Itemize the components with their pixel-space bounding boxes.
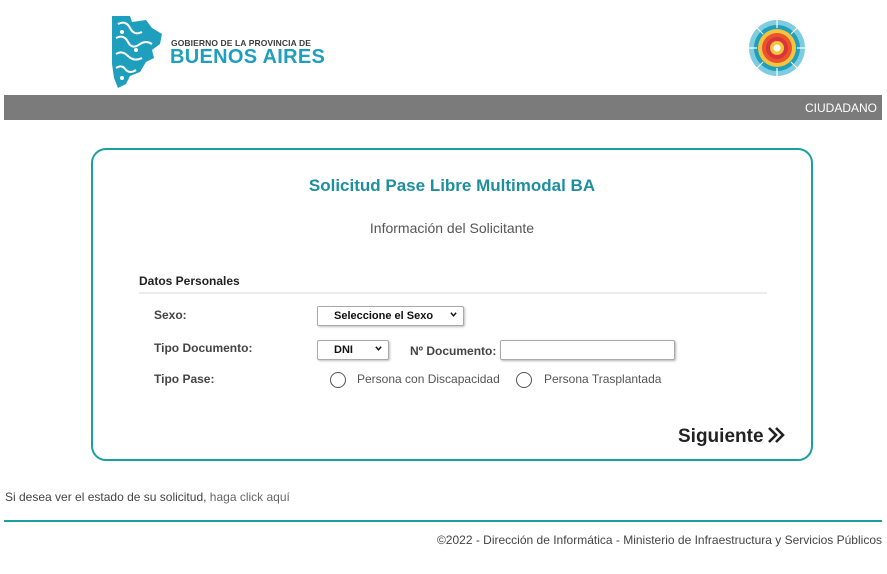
section-title: Datos Personales (139, 274, 240, 288)
request-form-card: Solicitud Pase Libre Multimodal BA Infor… (91, 148, 813, 461)
section-divider (139, 292, 767, 294)
nro-documento-input[interactable] (500, 340, 675, 360)
province-emblem-icon (748, 19, 806, 77)
top-bar: CIUDADANO (4, 95, 882, 120)
user-role-label: CIUDADANO (804, 101, 877, 115)
sexo-label: Sexo: (154, 308, 187, 322)
page-title: Solicitud Pase Libre Multimodal BA (308, 176, 596, 195)
next-button-label: Siguiente (678, 426, 764, 447)
tipo-documento-select[interactable]: DNI (317, 340, 389, 360)
status-check-line: Si desea ver el estado de su solicitud, … (5, 490, 290, 504)
radio-trasplantada-label: Persona Trasplantada (544, 372, 662, 386)
chevron-down-icon (375, 346, 382, 351)
footer-text: ©2022 - Dirección de Informática - Minis… (436, 533, 882, 547)
status-check-link[interactable]: haga click aquí (210, 490, 290, 504)
gba-logo: GOBIERNO DE LA PROVINCIA DE BUENOS AIRES (108, 14, 325, 90)
radio-discapacidad-label: Persona con Discapacidad (357, 372, 500, 386)
tipo-pase-label: Tipo Pase: (154, 372, 215, 386)
radio-discapacidad[interactable] (330, 372, 346, 388)
province-map-icon (112, 16, 162, 88)
tipo-documento-label: Tipo Documento: (154, 341, 253, 355)
footer-divider (4, 520, 882, 522)
double-chevron-right-icon (767, 427, 785, 443)
chevron-down-icon (450, 312, 457, 317)
sexo-select[interactable]: Seleccione el Sexo (317, 306, 464, 326)
next-button[interactable]: Siguiente (678, 425, 786, 448)
sexo-select-value: Seleccione el Sexo (334, 310, 434, 322)
page-subtitle: Información del Solicitante (369, 220, 535, 236)
province-name-text: BUENOS AIRES (170, 46, 326, 68)
status-check-text: Si desea ver el estado de su solicitud, (5, 490, 210, 504)
nro-documento-label: Nº Documento: (410, 344, 497, 358)
tipo-documento-select-value: DNI (334, 344, 353, 356)
radio-trasplantada[interactable] (516, 372, 532, 388)
